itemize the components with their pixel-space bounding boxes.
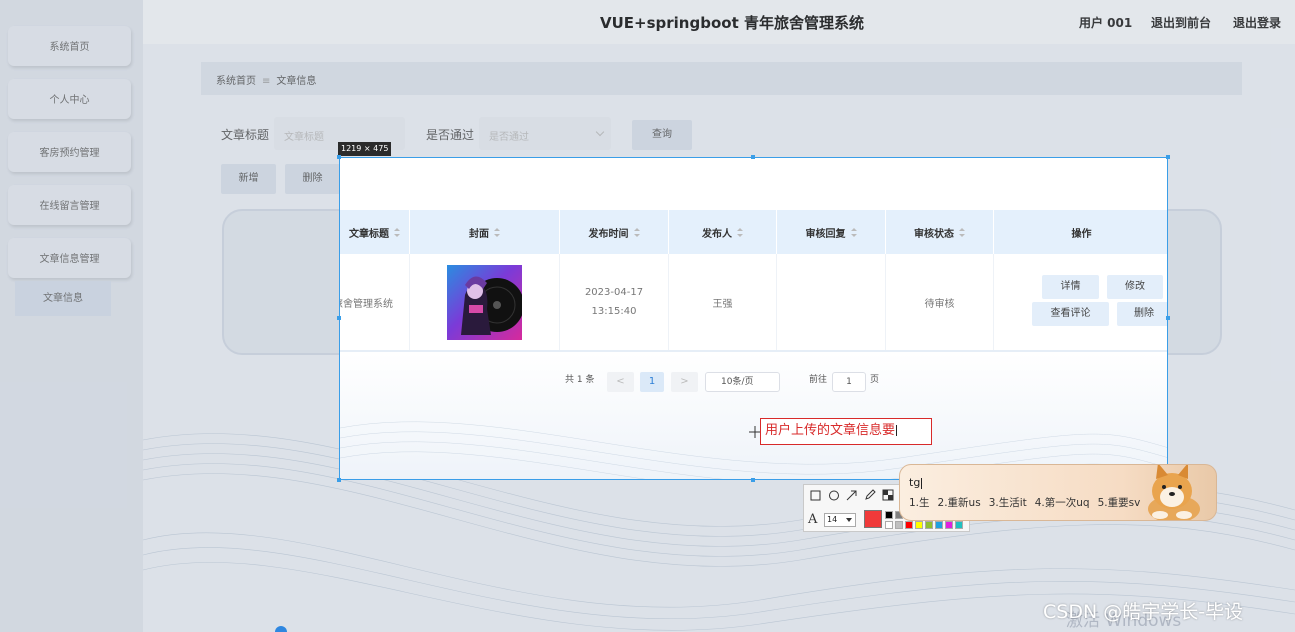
text-caret <box>896 425 898 436</box>
page-size-select[interactable]: 10条/页 <box>705 372 780 392</box>
arrow-tool-icon[interactable] <box>845 488 859 502</box>
sort-icon[interactable] <box>494 227 500 237</box>
cell-ops: 详情 修改 查看评论 删除 <box>993 254 1167 350</box>
resize-handle-bl[interactable] <box>337 478 341 482</box>
ellipse-tool-icon[interactable] <box>827 488 841 502</box>
resize-handle-tl[interactable] <box>337 155 341 159</box>
page-number-1[interactable]: 1 <box>640 372 664 392</box>
resize-handle-l[interactable] <box>337 316 341 320</box>
resize-handle-r[interactable] <box>1166 316 1170 320</box>
pass-filter-label: 是否通过 <box>426 128 475 142</box>
mosaic-tool-icon[interactable] <box>881 488 895 502</box>
palette-color-swatch[interactable] <box>945 521 953 529</box>
cell-time: 2023-04-17 13:15:40 <box>559 254 668 350</box>
palette-color-swatch[interactable] <box>925 521 933 529</box>
logout-link[interactable]: 退出登录 <box>1233 14 1281 31</box>
sidebar: 系统首页 个人中心 客房预约管理 在线留言管理 文章信息管理 文章信息 <box>0 0 143 632</box>
sort-icon[interactable] <box>737 227 743 237</box>
row-delete-button[interactable]: 删除 <box>1117 302 1167 326</box>
cell-reply <box>776 254 885 350</box>
breadcrumb-current: 文章信息 <box>276 76 317 87</box>
pass-select-placeholder: 是否通过 <box>489 132 529 143</box>
detail-button[interactable]: 详情 <box>1042 275 1099 299</box>
title-filter-label: 文章标题 <box>221 128 270 142</box>
csdn-watermark: CSDN @皓宇学长-毕设 <box>1043 601 1244 623</box>
app-title: VUE+springboot 青年旅舍管理系统 <box>600 14 864 32</box>
search-button[interactable]: 查询 <box>632 120 692 150</box>
palette-color-swatch[interactable] <box>885 511 893 519</box>
ime-caret <box>921 477 923 489</box>
breadcrumb-separator: ≡ <box>262 76 271 87</box>
sidebar-item-home[interactable]: 系统首页 <box>8 26 131 66</box>
user-name[interactable]: 用户 001 <box>1079 14 1132 31</box>
current-color-swatch[interactable] <box>864 510 882 528</box>
rectangle-tool-icon[interactable] <box>809 488 823 502</box>
palette-color-swatch[interactable] <box>905 521 913 529</box>
add-button[interactable]: 新增 <box>221 164 276 194</box>
sort-icon[interactable] <box>850 227 857 237</box>
text-annotation[interactable]: 用户上传的文章信息要 <box>760 418 932 445</box>
table-header: 文章标题 封面 发布时间 发布人 审核回复 审核状态 操作 <box>340 210 1167 254</box>
goto-page-input[interactable]: 1 <box>832 372 866 392</box>
cell-status: 待审核 <box>885 254 993 350</box>
ime-candidate[interactable]: 1.生 <box>909 497 930 509</box>
sidebar-item-room-booking[interactable]: 客房预约管理 <box>8 132 131 172</box>
breadcrumb-home[interactable]: 系统首页 <box>216 76 256 87</box>
prev-page-button[interactable]: < <box>607 372 634 392</box>
palette-color-swatch[interactable] <box>915 521 923 529</box>
capture-size-label: 1219 × 475 <box>338 142 392 156</box>
ime-candidate[interactable]: 4.第一次uq <box>1035 497 1090 509</box>
text-tool-icon[interactable]: A <box>808 512 817 527</box>
pass-select[interactable]: 是否通过 <box>479 117 611 150</box>
palette-color-swatch[interactable] <box>885 521 893 529</box>
breadcrumb: 系统首页 ≡ 文章信息 <box>201 62 1242 95</box>
sidebar-item-profile[interactable]: 个人中心 <box>8 79 131 119</box>
sidebar-item-articles[interactable]: 文章信息管理 <box>8 238 131 278</box>
ime-composition-text: tg <box>909 476 921 489</box>
ime-candidate[interactable]: 5.重要sv <box>1098 497 1141 509</box>
shiba-dog-icon <box>1148 465 1200 520</box>
next-page-button[interactable]: > <box>671 372 698 392</box>
ime-candidate[interactable]: 3.生活it <box>989 497 1027 509</box>
sidebar-subitem-article-info[interactable]: 文章信息 <box>15 281 111 316</box>
column-header-cover[interactable]: 封面 <box>409 210 559 254</box>
cell-author: 王强 <box>668 254 776 350</box>
font-size-select[interactable]: 14 <box>824 513 856 527</box>
table-row[interactable]: 青年旅舍管理系统 2023-04-17 13:15:40 王强 待审核 详情 修… <box>340 254 1167 352</box>
cover-image[interactable] <box>447 264 522 340</box>
sort-icon[interactable] <box>959 227 965 237</box>
ime-candidate[interactable]: 2.重新us <box>938 497 981 509</box>
view-comments-button[interactable]: 查看评论 <box>1032 302 1109 326</box>
goto-label: 前往 <box>809 375 828 385</box>
top-bar: VUE+springboot 青年旅舍管理系统 用户 001 退出到前台 退出登… <box>0 0 1295 44</box>
ime-candidate-list: 1.生 2.重新us 3.生活it 4.第一次uq 5.重要sv <box>909 495 1148 510</box>
ime-candidate-popup: tg 1.生 2.重新us 3.生活it 4.第一次uq 5.重要sv <box>899 464 1217 521</box>
album-cover-art <box>461 275 522 335</box>
delete-button[interactable]: 删除 <box>285 164 340 194</box>
column-header-title[interactable]: 文章标题 <box>340 210 409 254</box>
resize-handle-b[interactable] <box>751 478 755 482</box>
column-header-reply[interactable]: 审核回复 <box>776 210 885 254</box>
sort-icon[interactable] <box>633 227 640 237</box>
column-header-ops: 操作 <box>993 210 1167 254</box>
cell-title: 青年旅舍管理系统 <box>340 298 393 310</box>
resize-handle-tr[interactable] <box>1166 155 1170 159</box>
chevron-down-icon <box>595 127 605 137</box>
resize-handle-t[interactable] <box>751 155 755 159</box>
palette-color-swatch[interactable] <box>895 521 903 529</box>
sidebar-item-messages[interactable]: 在线留言管理 <box>8 185 131 225</box>
cell-cover <box>409 254 559 350</box>
sort-icon[interactable] <box>394 227 400 237</box>
back-to-front-link[interactable]: 退出到前台 <box>1151 14 1211 31</box>
page-unit-label: 页 <box>870 375 880 385</box>
pencil-tool-icon[interactable] <box>863 488 877 502</box>
palette-color-swatch[interactable] <box>935 521 943 529</box>
taskbar-indicator <box>275 626 287 632</box>
column-header-time[interactable]: 发布时间 <box>559 210 668 254</box>
pagination-total: 共 1 条 <box>565 375 595 385</box>
palette-color-swatch[interactable] <box>955 521 963 529</box>
column-header-status[interactable]: 审核状态 <box>885 210 993 254</box>
edit-button[interactable]: 修改 <box>1107 275 1163 299</box>
column-header-author[interactable]: 发布人 <box>668 210 776 254</box>
